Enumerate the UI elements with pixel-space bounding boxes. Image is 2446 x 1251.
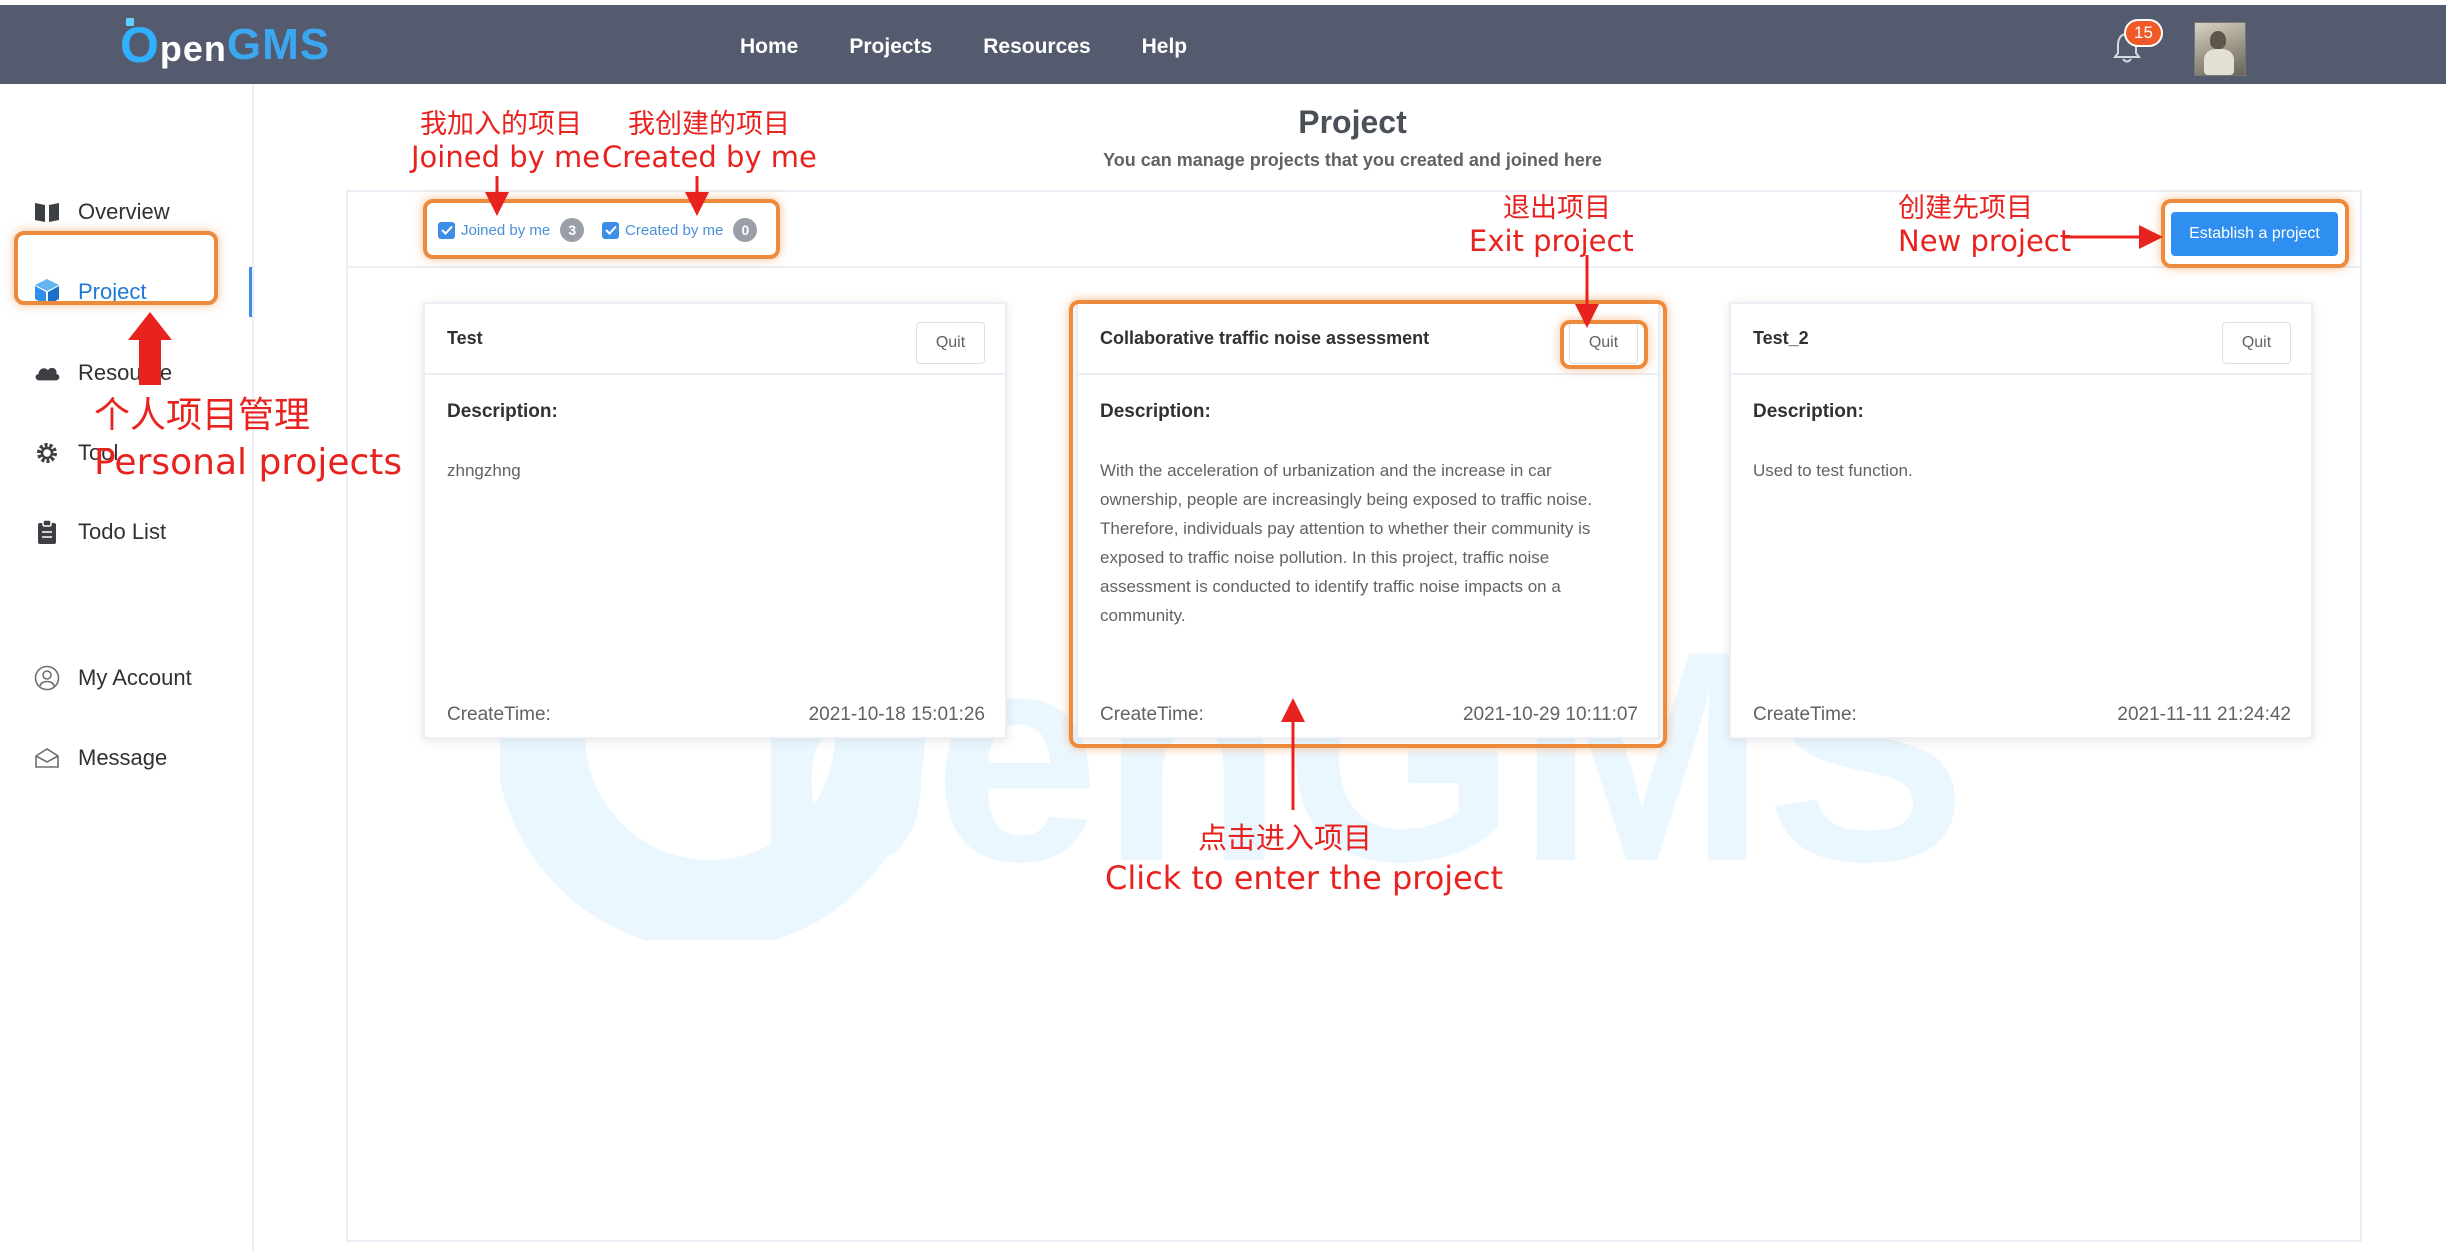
card-description: zhngzhng bbox=[447, 461, 521, 480]
logo-letters-pen: pen bbox=[159, 28, 227, 69]
annotation-exit-en: Exit project bbox=[1469, 224, 1634, 258]
nav-help[interactable]: Help bbox=[1142, 35, 1188, 59]
createtime-value: 2021-11-11 21:24:42 bbox=[2117, 704, 2291, 725]
sidebar-item-message[interactable]: Message bbox=[0, 733, 252, 783]
annotation-joined-en: Joined by me bbox=[411, 140, 601, 174]
nav-home[interactable]: Home bbox=[740, 35, 798, 59]
gear-icon bbox=[34, 440, 60, 466]
notification-count-badge[interactable]: 15 bbox=[2124, 19, 2163, 47]
created-count-badge: 0 bbox=[733, 218, 758, 242]
logo-letter-o: O bbox=[120, 17, 160, 73]
created-by-me-label: Created by me bbox=[625, 221, 724, 239]
sidebar-item-label: Overview bbox=[78, 199, 170, 224]
card-divider bbox=[1731, 373, 2311, 375]
joined-count-badge: 3 bbox=[560, 218, 585, 242]
book-icon bbox=[34, 199, 60, 225]
sidebar-item-label: My Account bbox=[78, 665, 192, 690]
quit-button[interactable]: Quit bbox=[2222, 322, 2291, 364]
checkmark-icon bbox=[438, 221, 455, 239]
page-subtitle: You can manage projects that you created… bbox=[1103, 150, 1602, 170]
annotation-personal-zh: 个人项目管理 bbox=[94, 395, 311, 436]
createtime-value: 2021-10-18 15:01:26 bbox=[808, 704, 985, 725]
annotation-created-zh: 我创建的项目 bbox=[628, 109, 790, 140]
card-divider bbox=[425, 373, 1005, 375]
project-card-traffic-noise[interactable]: Collaborative traffic noise assessment Q… bbox=[1076, 302, 1660, 739]
project-card-test[interactable]: Test Quit Description: zhngzhng CreateTi… bbox=[423, 302, 1007, 739]
user-icon bbox=[34, 665, 60, 691]
sidebar-item-label: Message bbox=[78, 745, 168, 770]
annotation-exit-zh: 退出项目 bbox=[1503, 193, 1611, 224]
annotation-new-zh: 创建先项目 bbox=[1898, 193, 2033, 224]
description-label: Description: bbox=[1753, 401, 1864, 422]
top-navbar: Open GMS Home Projects Resources Help 15 bbox=[0, 0, 2446, 84]
sidebar-item-overview[interactable]: Overview bbox=[0, 187, 252, 237]
checkmark-icon bbox=[602, 221, 619, 239]
logo-letters-gms: GMS bbox=[226, 20, 331, 69]
annotation-personal-en: Personal projects bbox=[94, 442, 403, 483]
annotation-enter-en: Click to enter the project bbox=[1105, 859, 1503, 897]
envelope-icon bbox=[34, 745, 60, 771]
card-description: With the acceleration of urbanization an… bbox=[1100, 461, 1593, 625]
createtime-value: 2021-10-29 10:11:07 bbox=[1462, 704, 1638, 725]
sidebar-item-resource[interactable]: Resource bbox=[0, 348, 252, 398]
description-label: Description: bbox=[447, 401, 558, 422]
createtime-label: CreateTime: bbox=[1753, 704, 1857, 725]
card-description: Used to test function. bbox=[1753, 461, 1913, 480]
sidebar-item-label: Project bbox=[78, 279, 147, 304]
nav-resources[interactable]: Resources bbox=[983, 35, 1090, 59]
opengms-logo[interactable]: Open GMS bbox=[120, 17, 331, 73]
card-title: Test_2 bbox=[1753, 328, 1809, 348]
quit-button[interactable]: Quit bbox=[1569, 322, 1638, 364]
joined-by-me-label: Joined by me bbox=[461, 221, 551, 239]
cube-icon bbox=[34, 279, 60, 305]
joined-by-me-checkbox[interactable]: Joined by me 3 bbox=[438, 218, 585, 242]
user-avatar[interactable] bbox=[2194, 22, 2246, 76]
project-card-test-2[interactable]: Test_2 Quit Description: Used to test fu… bbox=[1729, 302, 2313, 739]
description-label: Description: bbox=[1100, 401, 1211, 422]
clipboard-icon bbox=[34, 519, 60, 545]
quit-button[interactable]: Quit bbox=[916, 322, 985, 364]
sidebar-item-todo-list[interactable]: Todo List bbox=[0, 507, 252, 557]
createtime-label: CreateTime: bbox=[447, 704, 551, 725]
sidebar-item-label: Todo List bbox=[78, 519, 167, 544]
annotation-joined-zh: 我加入的项目 bbox=[420, 109, 582, 140]
annotation-created-en: Created by me bbox=[602, 140, 817, 174]
sidebar: Overview Project Resource Tool Todo List… bbox=[0, 84, 254, 1251]
card-title: Test bbox=[447, 328, 483, 348]
page-title: Project bbox=[1298, 104, 1407, 140]
nav-projects[interactable]: Projects bbox=[849, 35, 932, 59]
establish-project-button[interactable]: Establish a project bbox=[2171, 212, 2338, 256]
createtime-label: CreateTime: bbox=[1100, 704, 1204, 725]
main-nav: Home Projects Resources Help bbox=[740, 5, 1238, 89]
card-title: Collaborative traffic noise assessment bbox=[1100, 328, 1430, 348]
sidebar-item-label: Resource bbox=[78, 360, 173, 385]
annotation-new-en: New project bbox=[1898, 224, 2072, 258]
sidebar-item-project[interactable]: Project bbox=[0, 267, 252, 317]
sidebar-item-my-account[interactable]: My Account bbox=[0, 653, 252, 703]
created-by-me-checkbox[interactable]: Created by me 0 bbox=[602, 218, 758, 242]
cloud-icon bbox=[34, 360, 60, 386]
card-divider bbox=[1078, 373, 1658, 375]
annotation-enter-zh: 点击进入项目 bbox=[1198, 821, 1373, 855]
